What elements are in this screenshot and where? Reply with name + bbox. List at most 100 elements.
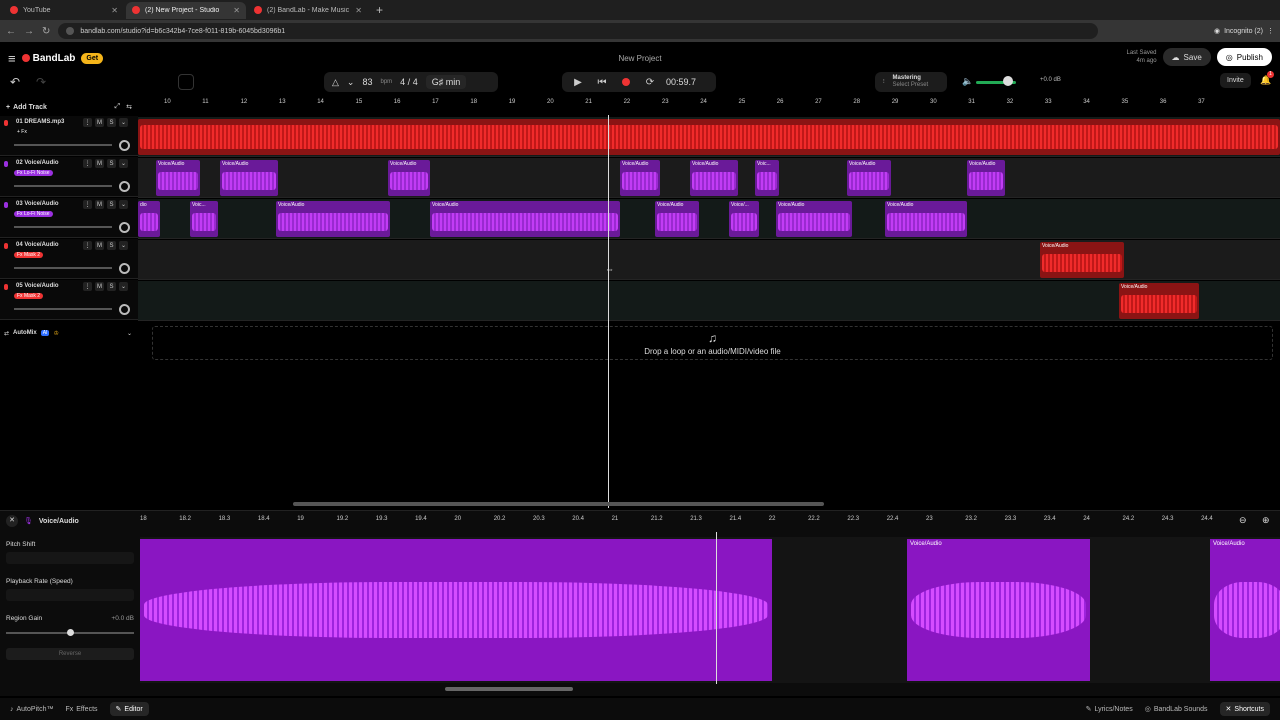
invite-button[interactable]: Invite: [1220, 73, 1251, 88]
site-info-icon[interactable]: [66, 27, 75, 35]
loop-icon[interactable]: ⟳: [642, 74, 658, 90]
autopitch-tab[interactable]: ♪ AutoPitch™: [10, 706, 53, 713]
browser-tab-studio[interactable]: (2) New Project - Studio ✕: [126, 1, 246, 19]
track-name[interactable]: 04 Voice/Audio: [16, 242, 59, 248]
tempo-value[interactable]: 83: [362, 77, 372, 87]
track-name[interactable]: 01 DREAMS.mp3: [16, 119, 64, 125]
track-header[interactable]: 05 Voice/Audio Fx Mask 2 ⋮ M S ⌄: [0, 280, 138, 320]
editor-playhead[interactable]: [716, 532, 717, 684]
solo-button[interactable]: S: [107, 159, 116, 168]
track-menu-icon[interactable]: ⋮: [83, 118, 92, 127]
track-name[interactable]: 03 Voice/Audio: [16, 201, 59, 207]
audio-region[interactable]: Voice/...: [729, 201, 759, 237]
solo-button[interactable]: S: [107, 118, 116, 127]
menu-icon[interactable]: ⋮: [1267, 27, 1274, 35]
track-fx-badge[interactable]: Fx Mask 2: [14, 293, 44, 299]
reload-icon[interactable]: ↻: [42, 26, 50, 37]
record-arm-icon[interactable]: [4, 120, 8, 126]
track-lane[interactable]: [138, 117, 1280, 157]
track-settings-icon[interactable]: ⇆: [126, 103, 132, 111]
mastering-button[interactable]: ⫶ Mastering Select Preset: [875, 72, 947, 92]
audio-region[interactable]: Voice/Audio: [1040, 242, 1124, 278]
chevron-down-icon[interactable]: ⌄: [127, 330, 132, 337]
track-lane[interactable]: dio Voic... Voice/Audio Voice/Audio Voice/Au…: [138, 199, 1280, 239]
incognito-indicator[interactable]: ◉ Incognito (2) ⋮: [1214, 27, 1274, 36]
record-button[interactable]: [618, 74, 634, 90]
close-tab-icon[interactable]: ✕: [355, 6, 362, 15]
track-volume-slider[interactable]: [14, 308, 112, 310]
track-volume-slider[interactable]: [14, 185, 112, 187]
zoom-in-icon[interactable]: ⊕: [1262, 515, 1270, 526]
play-icon[interactable]: ▶: [570, 74, 586, 90]
track-menu-icon[interactable]: ⋮: [83, 200, 92, 209]
editor-region[interactable]: Voice/Audio: [907, 539, 1090, 681]
speaker-icon[interactable]: 🔈: [962, 76, 973, 87]
zoom-out-icon[interactable]: ⊖: [1239, 515, 1247, 526]
timeline-scrollbar[interactable]: [293, 502, 824, 506]
audio-region[interactable]: Voice/Audio: [655, 201, 699, 237]
track-pan-knob[interactable]: [119, 140, 130, 151]
close-editor-icon[interactable]: ✕: [6, 515, 18, 527]
effects-tab[interactable]: Fx Effects: [65, 706, 97, 713]
track-header[interactable]: 02 Voice/Audio Fx Lo-Fi Noise ⋮ M S ⌄: [0, 157, 138, 197]
playhead[interactable]: [608, 115, 609, 508]
audio-region[interactable]: Voice/Audio: [620, 160, 660, 196]
audio-region[interactable]: Voice/Audio: [847, 160, 891, 196]
redo-icon[interactable]: ↷: [36, 75, 46, 89]
track-name[interactable]: 02 Voice/Audio: [16, 160, 59, 166]
region-gain-knob[interactable]: [67, 629, 74, 636]
solo-button[interactable]: S: [107, 200, 116, 209]
key-selector[interactable]: G♯ min: [425, 75, 467, 89]
editor-waveform-canvas[interactable]: Voice/Audio Voice/Audio: [140, 537, 1280, 683]
tracks-area[interactable]: Voice/Audio Voice/Audio Voice/Audio Voice/A…: [138, 117, 1280, 322]
chevron-down-icon[interactable]: ⌄: [347, 77, 355, 88]
bandlab-sounds-tab[interactable]: ◎ BandLab Sounds: [1145, 702, 1208, 716]
region-gain-slider[interactable]: [6, 628, 134, 638]
solo-button[interactable]: S: [107, 282, 116, 291]
browser-tab-youtube[interactable]: YouTube ✕: [4, 2, 124, 19]
track-fx-badge[interactable]: Fx Lo-Fi Noise: [14, 211, 53, 217]
mute-button[interactable]: M: [95, 118, 104, 127]
automation-icon[interactable]: ⤢: [115, 103, 121, 111]
track-pan-knob[interactable]: [119, 304, 130, 315]
close-tab-icon[interactable]: ✕: [233, 6, 240, 15]
mixer-toggle-icon[interactable]: [178, 74, 194, 90]
back-icon[interactable]: ←: [6, 26, 16, 37]
automix-row[interactable]: ⇄ AutoMix AI ♔ ⌄: [0, 326, 138, 340]
track-fx-badge[interactable]: Fx Mask 2: [14, 252, 44, 258]
url-field[interactable]: bandlab.com/studio?id=b6c342b4-7ce8-f011…: [58, 23, 1099, 39]
audio-region[interactable]: Voice/Audio: [690, 160, 738, 196]
chevron-down-icon[interactable]: ⌄: [119, 118, 128, 127]
audio-region[interactable]: Voice/Audio: [776, 201, 852, 237]
close-tab-icon[interactable]: ✕: [111, 6, 118, 15]
reverse-button[interactable]: Reverse: [6, 648, 134, 660]
track-volume-slider[interactable]: [14, 267, 112, 269]
audio-region[interactable]: Voic...: [755, 160, 779, 196]
publish-button[interactable]: ◎ Publish: [1216, 48, 1272, 66]
mute-button[interactable]: M: [95, 241, 104, 250]
editor-ruler[interactable]: 18 18.2 18.3 18.4 19 19.2 19.3 19.4 20 20.2 20.3 20…: [140, 514, 1225, 526]
track-lane[interactable]: Voice/Audio: [138, 281, 1280, 321]
track-header[interactable]: 01 DREAMS.mp3 + Fx ⋮ M S ⌄: [0, 116, 138, 156]
save-button[interactable]: ☁ Save: [1162, 48, 1211, 66]
track-pan-knob[interactable]: [119, 181, 130, 192]
pitch-shift-stepper[interactable]: [6, 552, 134, 564]
record-arm-icon[interactable]: [4, 243, 8, 249]
record-arm-icon[interactable]: [4, 284, 8, 290]
project-title[interactable]: New Project: [0, 54, 1280, 63]
audio-region[interactable]: Voice/Audio: [388, 160, 430, 196]
track-lane[interactable]: Voice/Audio Voice/Audio Voice/Audio Voice/A…: [138, 158, 1280, 198]
track-menu-icon[interactable]: ⋮: [83, 241, 92, 250]
audio-region[interactable]: Voice/Audio: [276, 201, 390, 237]
audio-region[interactable]: Voice/Audio: [220, 160, 278, 196]
playback-rate-stepper[interactable]: [6, 589, 134, 601]
record-arm-icon[interactable]: [4, 161, 8, 167]
track-header[interactable]: 03 Voice/Audio Fx Lo-Fi Noise ⋮ M S ⌄: [0, 198, 138, 238]
audio-region[interactable]: Voice/Audio: [430, 201, 620, 237]
add-track-button[interactable]: + Add Track: [6, 104, 47, 111]
time-signature[interactable]: 4 / 4: [400, 77, 418, 87]
track-menu-icon[interactable]: ⋮: [83, 159, 92, 168]
forward-icon[interactable]: →: [24, 26, 34, 37]
track-pan-knob[interactable]: [119, 263, 130, 274]
editor-region[interactable]: [140, 539, 772, 681]
